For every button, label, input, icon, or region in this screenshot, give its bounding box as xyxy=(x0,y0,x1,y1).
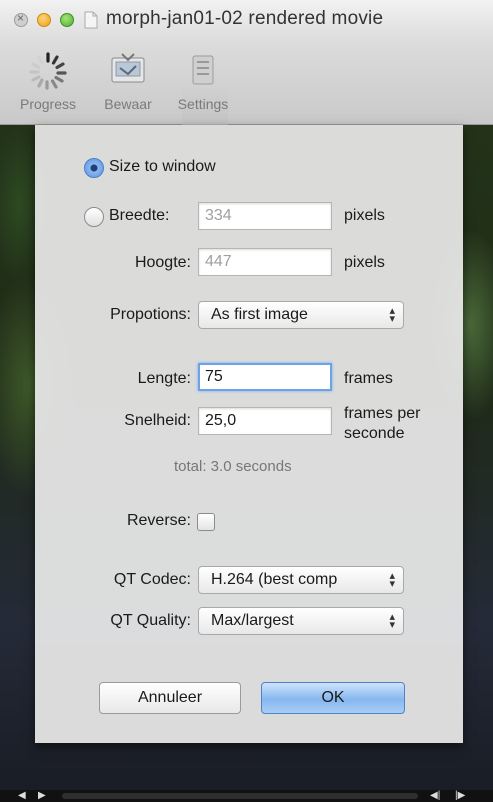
snelheid-field[interactable]: 25,0 xyxy=(198,407,332,435)
lengte-field[interactable]: 75 xyxy=(198,363,332,391)
document-icon xyxy=(84,11,98,29)
qt-quality-value: Max/largest xyxy=(211,612,294,629)
toolbar-bewaar-label: Bewaar xyxy=(104,96,152,112)
movie-controller: ◀ ▶ ◀| |▶ xyxy=(0,790,493,802)
popup-arrows-icon: ▴ ▾ xyxy=(389,305,395,325)
close-button[interactable] xyxy=(14,11,28,27)
total-duration-text: total: 3.0 seconds xyxy=(174,458,292,475)
toolbar-progress[interactable]: Progress xyxy=(14,48,82,112)
popup-arrows-icon: ▴ ▾ xyxy=(389,611,395,631)
lengte-unit: frames xyxy=(344,370,393,387)
spinner-icon xyxy=(26,48,70,92)
proportions-popup[interactable]: As first image ▴ ▾ xyxy=(198,301,404,329)
toolbar: Progress Bewaar Settings xyxy=(0,42,493,142)
settings-panel: Size to window Breedte: 334 pixels Hoogt… xyxy=(35,125,463,743)
hoogte-field[interactable]: 447 xyxy=(198,248,332,276)
hoogte-label: Hoogte: xyxy=(134,254,191,271)
toolbar-settings-label: Settings xyxy=(177,96,229,112)
toolbar-bewaar[interactable]: Bewaar xyxy=(96,48,160,112)
window-title: morph-jan01-02 rendered movie xyxy=(106,8,384,29)
zoom-button[interactable] xyxy=(60,13,74,27)
breedte-unit: pixels xyxy=(344,207,385,224)
toolbar-settings[interactable]: Settings xyxy=(168,48,238,112)
ok-button[interactable]: OK xyxy=(261,682,405,714)
cancel-button[interactable]: Annuleer xyxy=(99,682,241,714)
toolbar-progress-label: Progress xyxy=(19,96,77,112)
qt-codec-popup[interactable]: H.264 (best comp ▴ ▾ xyxy=(198,566,404,594)
step-back-icon[interactable]: ◀| xyxy=(430,790,440,802)
custom-size-radio[interactable] xyxy=(84,207,104,227)
proportions-label: Propotions: xyxy=(110,306,191,323)
proportions-value: As first image xyxy=(211,306,308,323)
qt-quality-label: QT Quality: xyxy=(110,612,191,629)
breedte-field[interactable]: 334 xyxy=(198,202,332,230)
step-forward-icon[interactable]: |▶ xyxy=(455,790,465,802)
save-icon xyxy=(106,48,150,92)
reverse-checkbox[interactable] xyxy=(197,513,215,531)
qt-codec-label: QT Codec: xyxy=(113,571,191,588)
minimize-button[interactable] xyxy=(37,13,51,27)
qt-quality-popup[interactable]: Max/largest ▴ ▾ xyxy=(198,607,404,635)
size-to-window-radio[interactable] xyxy=(84,158,104,178)
snelheid-unit-line1: frames per xyxy=(344,405,421,422)
popup-arrows-icon: ▴ ▾ xyxy=(389,570,395,590)
play-icon[interactable]: ▶ xyxy=(38,790,46,802)
scrubber-track[interactable] xyxy=(62,793,418,799)
title-bar: morph-jan01-02 rendered movie xyxy=(0,0,493,42)
settings-icon xyxy=(181,48,225,92)
reverse-label: Reverse: xyxy=(126,512,191,529)
breedte-label: Breedte: xyxy=(109,207,170,224)
hoogte-unit: pixels xyxy=(344,254,385,271)
volume-icon[interactable]: ◀ xyxy=(18,790,26,802)
snelheid-label: Snelheid: xyxy=(124,412,191,429)
qt-codec-value: H.264 (best comp xyxy=(211,571,338,588)
lengte-label: Lengte: xyxy=(137,370,191,387)
size-to-window-label: Size to window xyxy=(109,158,216,175)
snelheid-unit-line2: seconde xyxy=(344,425,405,442)
